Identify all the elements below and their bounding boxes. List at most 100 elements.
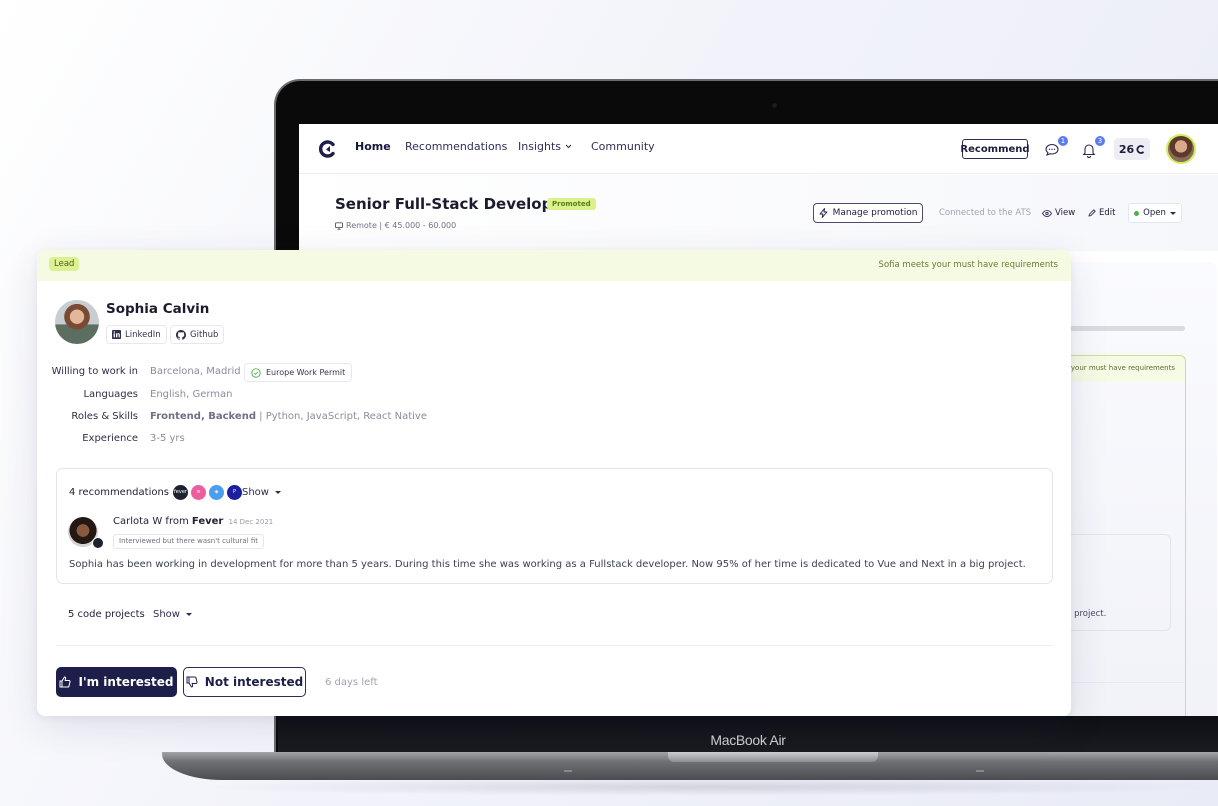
credits-value: 26	[1118, 142, 1135, 156]
manage-promotion-label: Manage promotion	[832, 208, 918, 218]
recommendation-text: Sophia has been working in development f…	[69, 559, 1026, 570]
candidate-avatar	[55, 300, 99, 344]
linkedin-link[interactable]: LinkedIn	[106, 325, 167, 344]
monitor-icon	[335, 221, 343, 230]
status-label: Open	[1143, 208, 1166, 218]
linkedin-icon	[112, 330, 121, 339]
recommendation-date: 14 Dec 2021	[228, 518, 274, 526]
device-label: MacBook Air	[710, 732, 786, 748]
edit-link[interactable]: Edit	[1088, 208, 1115, 218]
github-label: Github	[190, 329, 219, 340]
credits-counter[interactable]: 26	[1114, 138, 1150, 160]
candidate-name: Sophia Calvin	[106, 301, 210, 317]
nav-insights-label: Insights	[518, 140, 562, 153]
caret-down-icon	[274, 491, 281, 494]
camera	[772, 103, 777, 108]
detail-label: Experience	[82, 433, 138, 444]
background-divider	[1067, 682, 1184, 683]
recommender-company-icon	[92, 537, 104, 549]
recommendations-box: 4 recommendations fever ≡ ◈ P Show Carlo…	[56, 468, 1053, 584]
work-permit-label: Europe Work Permit	[266, 368, 346, 377]
laptop-base	[162, 752, 1218, 780]
card-banner: Lead Sofia meets your must have requirem…	[37, 250, 1071, 281]
nav-home[interactable]: Home	[355, 140, 391, 153]
navy-company-logo-icon: P	[227, 485, 242, 500]
caret-down-icon	[185, 613, 192, 616]
promoted-badge: Promoted	[547, 198, 596, 210]
job-header: Senior Full-Stack Developer Promoted Rem…	[299, 175, 1218, 251]
background-card-text: g project.	[1066, 609, 1107, 619]
background-progress-bar	[1067, 326, 1185, 331]
notifications-button[interactable]: 3	[1081, 136, 1105, 159]
recommender-logos: fever ≡ ◈ P	[173, 485, 242, 500]
candidate-card: Lead Sofia meets your must have requirem…	[37, 250, 1071, 716]
credit-icon	[1136, 144, 1145, 154]
show-label: Show	[153, 609, 180, 620]
fever-logo-icon: fever	[173, 485, 188, 500]
job-meta-text: Remote | € 45.000 - 60.000	[346, 221, 457, 230]
detail-value: English, German	[150, 389, 233, 400]
ats-status: Connected to the ATS	[939, 208, 1032, 218]
divider	[56, 645, 1053, 646]
chat-icon	[1045, 143, 1059, 157]
user-avatar[interactable]	[1166, 134, 1196, 164]
view-label: View	[1055, 208, 1076, 218]
recommendation-reason-tag: Interviewed but there wasn't cultural fi…	[113, 534, 265, 549]
chevron-down-icon	[565, 144, 572, 149]
laptop-notch	[668, 752, 878, 762]
pink-company-logo-icon: ≡	[191, 485, 206, 500]
show-label: Show	[242, 487, 269, 498]
check-circle-icon	[251, 367, 261, 378]
job-title: Senior Full-Stack Developer	[335, 195, 570, 213]
primary-roles: Frontend, Backend	[150, 411, 256, 422]
show-code-projects-button[interactable]: Show	[153, 609, 192, 620]
top-nav: Home Recommendations Insights Community …	[299, 124, 1218, 174]
eye-icon	[1042, 209, 1052, 217]
nav-recommendations[interactable]: Recommendations	[405, 140, 507, 153]
background-requirements-text: s your must have requirements	[1065, 364, 1175, 372]
detail-label: Languages	[83, 389, 138, 400]
recommendation-author: Carlota W from Fever 14 Dec 2021	[113, 516, 273, 527]
show-recommendations-button[interactable]: Show	[242, 487, 281, 498]
pencil-icon	[1088, 209, 1096, 217]
job-meta: Remote | € 45.000 - 60.000	[335, 221, 456, 230]
laptop-shadow	[200, 778, 1218, 796]
detail-label: Willing to work in	[51, 366, 138, 377]
nav-insights[interactable]: Insights	[518, 140, 572, 153]
lightning-icon	[819, 208, 828, 218]
skills: | Python, JavaScript, React Native	[255, 411, 427, 422]
not-interested-button[interactable]: Not interested	[183, 667, 306, 697]
author-name: Carlota W	[113, 516, 163, 527]
thumbs-down-icon	[186, 676, 198, 688]
status-select[interactable]: Open	[1128, 203, 1182, 223]
manage-promotion-button[interactable]: Manage promotion	[813, 203, 923, 223]
interested-label: I'm interested	[78, 675, 174, 689]
recommendations-count: 4 recommendations	[69, 487, 170, 498]
work-permit-badge: Europe Work Permit	[244, 363, 353, 382]
brand-logo[interactable]	[318, 140, 336, 158]
nav-community[interactable]: Community	[591, 140, 655, 153]
laptop-foot	[976, 770, 984, 772]
bell-icon	[1082, 144, 1096, 158]
interested-button[interactable]: I'm interested	[56, 667, 177, 697]
not-interested-label: Not interested	[204, 675, 304, 689]
lead-tag: Lead	[49, 257, 80, 271]
detail-label: Roles & Skills	[71, 411, 138, 422]
caret-down-icon	[1169, 211, 1176, 215]
days-left: 6 days left	[325, 677, 378, 688]
thumbs-up-icon	[59, 676, 72, 688]
messages-badge: 1	[1058, 136, 1068, 146]
code-projects-count: 5 code projects	[68, 609, 145, 620]
blue-company-logo-icon: ◈	[209, 485, 224, 500]
author-company: Fever	[191, 516, 224, 527]
recommend-button[interactable]: Recommend	[960, 139, 1030, 159]
view-link[interactable]: View	[1042, 208, 1075, 218]
detail-value: 3-5 yrs	[150, 433, 185, 444]
status-dot	[1134, 210, 1140, 216]
from-word: from	[165, 516, 189, 527]
github-icon	[176, 329, 186, 340]
github-link[interactable]: Github	[170, 325, 225, 344]
laptop-chin: MacBook Air	[278, 716, 1218, 754]
laptop-foot	[564, 770, 572, 772]
messages-button[interactable]: 1	[1044, 136, 1068, 159]
